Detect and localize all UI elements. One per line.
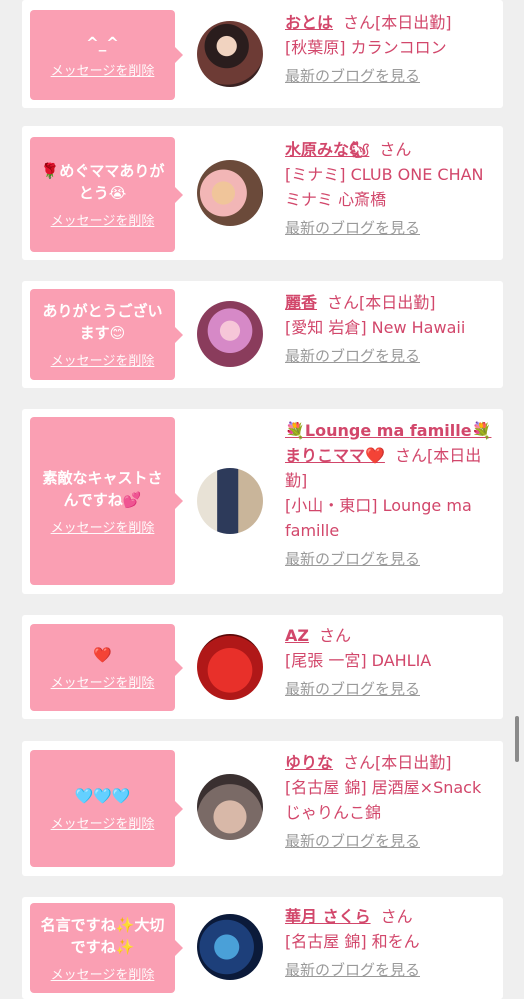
latest-blog-link[interactable]: 最新のブログを見る [285, 344, 497, 369]
status-badge: [本日出勤] [359, 293, 436, 312]
avatar[interactable] [197, 160, 263, 226]
message-card: 名言ですね✨大切ですね✨ メッセージを削除 華月 さくら さん [名古屋 錦] 和… [22, 897, 503, 999]
delete-message-link[interactable]: メッセージを削除 [51, 210, 155, 229]
scrollbar[interactable] [515, 716, 519, 762]
message-card: ❤️ メッセージを削除 AZ さん [尾張 一宮] DAHLIA 最新のブログを見… [22, 615, 503, 719]
honorific: さん [327, 293, 360, 312]
delete-message-link[interactable]: メッセージを削除 [51, 350, 155, 369]
delete-message-link[interactable]: メッセージを削除 [51, 813, 155, 832]
area-shop: [愛知 岩倉] New Hawaii [285, 318, 466, 337]
avatar[interactable] [197, 914, 263, 980]
honorific: さん [379, 140, 412, 159]
honorific: さん [343, 13, 376, 32]
cast-info: ゆりな さん[本日出勤] [名古屋 錦] 居酒屋×Snack じゃりんこ錦 最新の… [285, 750, 497, 854]
cast-info: AZ さん [尾張 一宮] DAHLIA 最新のブログを見る [285, 623, 497, 702]
honorific: さん [318, 626, 351, 645]
message-bubble: 名言ですね✨大切ですね✨ メッセージを削除 [30, 903, 183, 993]
latest-blog-link[interactable]: 最新のブログを見る [285, 547, 497, 572]
cast-name-link[interactable]: おとは [285, 13, 333, 32]
latest-blog-link[interactable]: 最新のブログを見る [285, 829, 497, 854]
delete-message-link[interactable]: メッセージを削除 [51, 60, 155, 79]
area-shop: [秋葉原] カランコロン [285, 38, 447, 57]
avatar[interactable] [197, 468, 263, 534]
message-bubble: 素敵なキャストさんですね💕 メッセージを削除 [30, 417, 183, 585]
delete-message-link[interactable]: メッセージを削除 [51, 672, 155, 691]
message-bubble: ^_^ メッセージを削除 [30, 10, 183, 100]
latest-blog-link[interactable]: 最新のブログを見る [285, 64, 497, 89]
message-bubble: ありがとうございます😊 メッセージを削除 [30, 289, 183, 380]
message-card: 素敵なキャストさんですね💕 メッセージを削除 💐Lounge ma famill… [22, 409, 503, 594]
message-card: 🩵🩵🩵 メッセージを削除 ゆりな さん[本日出勤] [名古屋 錦] 居酒屋×Sna… [22, 741, 503, 876]
message-card: ありがとうございます😊 メッセージを削除 麗香 さん[本日出勤] [愛知 岩倉] … [22, 281, 503, 388]
cast-info: 水原みな🐿 さん [ミナミ] CLUB ONE CHAN ミナミ 心斎橋 最新のブ… [285, 137, 497, 241]
message-card: ^_^ メッセージを削除 おとは さん[本日出勤] [秋葉原] カランコロン 最新… [22, 0, 503, 108]
area-shop: [ミナミ] CLUB ONE CHAN ミナミ 心斎橋 [285, 165, 484, 209]
honorific: さん [380, 907, 413, 926]
area-shop: [名古屋 錦] 和をん [285, 932, 420, 951]
message-card: 🌹めぐママありがとう😭 メッセージを削除 水原みな🐿 さん [ミナミ] CLUB … [22, 126, 503, 260]
message-text: 名言ですね✨大切ですね✨ [40, 915, 165, 956]
avatar[interactable] [197, 301, 263, 367]
cast-info: 華月 さくら さん [名古屋 錦] 和をん 最新のブログを見る [285, 904, 497, 983]
message-bubble: ❤️ メッセージを削除 [30, 624, 183, 711]
honorific: さん [343, 753, 376, 772]
message-text: 🌹めぐママありがとう😭 [40, 162, 165, 202]
latest-blog-link[interactable]: 最新のブログを見る [285, 958, 497, 983]
delete-message-link[interactable]: メッセージを削除 [51, 964, 155, 983]
delete-message-link[interactable]: メッセージを削除 [51, 517, 155, 536]
message-text: ^_^ [86, 33, 119, 52]
message-text: 素敵なキャストさんですね💕 [42, 468, 163, 509]
cast-name-link[interactable]: ゆりな [285, 753, 333, 772]
latest-blog-link[interactable]: 最新のブログを見る [285, 216, 497, 241]
area-shop: [小山・東口] Lounge ma famille [285, 496, 472, 540]
latest-blog-link[interactable]: 最新のブログを見る [285, 677, 497, 702]
cast-name-link[interactable]: 華月 さくら [285, 907, 371, 926]
message-text: 🩵🩵🩵 [74, 787, 131, 805]
cast-info: 麗香 さん[本日出勤] [愛知 岩倉] New Hawaii 最新のブログを見る [285, 290, 497, 369]
message-bubble: 🌹めぐママありがとう😭 メッセージを削除 [30, 137, 183, 252]
area-shop: [尾張 一宮] DAHLIA [285, 651, 432, 670]
cast-info: 💐Lounge ma famille💐まりこママ❤️ さん[本日出勤] [小山・東… [285, 418, 497, 572]
cast-name-link[interactable]: 水原みな🐿 [285, 140, 369, 159]
cast-name-link[interactable]: 麗香 [285, 293, 317, 312]
cast-info: おとは さん[本日出勤] [秋葉原] カランコロン 最新のブログを見る [285, 10, 497, 89]
status-badge: [本日出勤] [375, 13, 452, 32]
status-badge: [本日出勤] [375, 753, 452, 772]
avatar[interactable] [197, 634, 263, 700]
area-shop: [名古屋 錦] 居酒屋×Snack じゃりんこ錦 [285, 778, 482, 822]
avatar[interactable] [197, 21, 263, 87]
avatar[interactable] [197, 774, 263, 840]
message-bubble: 🩵🩵🩵 メッセージを削除 [30, 750, 183, 867]
cast-name-link[interactable]: AZ [285, 626, 309, 645]
message-text: ありがとうございます😊 [42, 302, 163, 342]
honorific: さん [394, 446, 427, 465]
message-text: ❤️ [93, 646, 112, 664]
